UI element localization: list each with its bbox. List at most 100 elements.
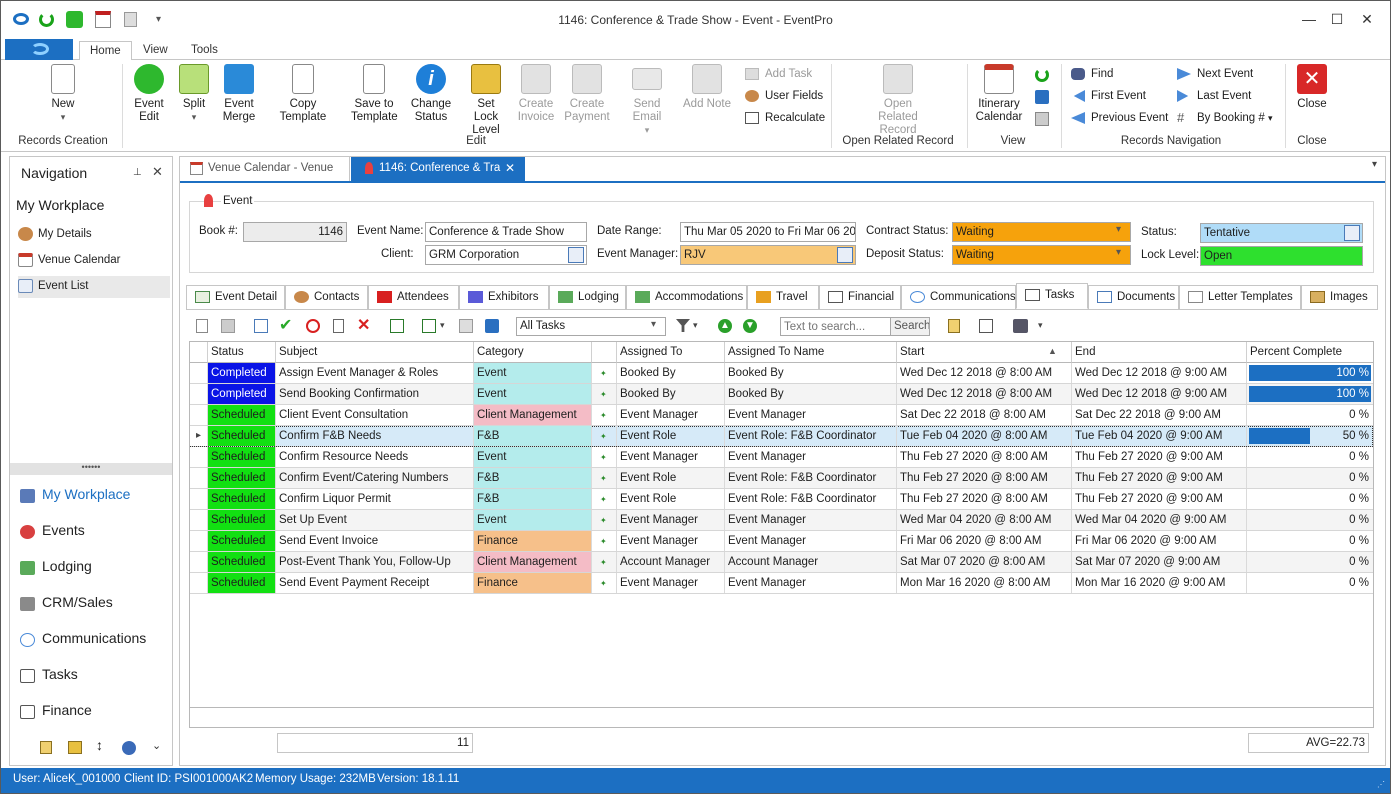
assigned-to-name-cell[interactable]: Event Manager bbox=[725, 405, 897, 425]
nav-finance[interactable]: Finance bbox=[20, 702, 92, 719]
complete-check-icon[interactable]: ✔ bbox=[279, 315, 292, 335]
start-cell[interactable]: Thu Feb 27 2020 @ 8:00 AM bbox=[897, 447, 1072, 467]
close-pane-icon[interactable]: ✕ bbox=[152, 164, 163, 180]
open-related-record-button[interactable]: Open Related Record bbox=[859, 64, 937, 137]
status-cell[interactable]: Scheduled bbox=[208, 405, 276, 425]
start-cell[interactable]: Wed Dec 12 2018 @ 8:00 AM bbox=[897, 384, 1072, 404]
column-marker[interactable] bbox=[592, 342, 617, 363]
end-cell[interactable]: Thu Feb 27 2020 @ 9:00 AM bbox=[1072, 489, 1247, 509]
tab-home[interactable]: Home bbox=[79, 41, 132, 61]
assigned-to-name-cell[interactable]: Event Role: F&B Coordinator bbox=[725, 468, 897, 488]
percent-complete-cell[interactable]: 0 % bbox=[1247, 489, 1373, 509]
tab-travel[interactable]: Travel bbox=[747, 285, 819, 309]
subject-cell[interactable]: Set Up Event bbox=[276, 510, 474, 530]
search-doc-icon[interactable] bbox=[979, 319, 993, 333]
marker-cell[interactable]: ✦ bbox=[592, 552, 617, 572]
close-tab-icon[interactable]: ✕ bbox=[505, 157, 515, 179]
subject-cell[interactable]: Assign Event Manager & Roles bbox=[276, 363, 474, 383]
tab-accommodations[interactable]: Accommodations bbox=[626, 285, 747, 309]
marker-cell[interactable]: ✦ bbox=[592, 363, 617, 383]
marker-cell[interactable]: ✦ bbox=[592, 426, 617, 446]
end-cell[interactable]: Wed Dec 12 2018 @ 9:00 AM bbox=[1072, 384, 1247, 404]
subject-cell[interactable]: Send Event Payment Receipt bbox=[276, 573, 474, 593]
assigned-to-name-cell[interactable]: Event Manager bbox=[725, 573, 897, 593]
deposit-dropdown-icon[interactable]: ▾ bbox=[1116, 247, 1121, 258]
tab-view[interactable]: View bbox=[133, 41, 178, 61]
recalculate-button[interactable]: Recalculate bbox=[745, 110, 825, 128]
tab-letter-templates[interactable]: Letter Templates bbox=[1179, 285, 1301, 309]
percent-complete-cell[interactable]: 100 % bbox=[1247, 363, 1373, 383]
create-invoice-button[interactable]: Create Invoice bbox=[515, 64, 557, 124]
percent-complete-cell[interactable]: 0 % bbox=[1247, 552, 1373, 572]
marker-cell[interactable]: ✦ bbox=[592, 489, 617, 509]
category-cell[interactable]: F&B bbox=[474, 489, 592, 509]
start-cell[interactable]: Fri Mar 06 2020 @ 8:00 AM bbox=[897, 531, 1072, 551]
column-percent-complete[interactable]: Percent Complete bbox=[1247, 342, 1373, 363]
end-cell[interactable]: Mon Mar 16 2020 @ 9:00 AM bbox=[1072, 573, 1247, 593]
send-email-button[interactable]: Send Email ▾ bbox=[619, 64, 675, 137]
new-task-icon[interactable] bbox=[196, 319, 208, 333]
tab-documents[interactable]: Documents bbox=[1088, 285, 1179, 309]
category-cell[interactable]: Event bbox=[474, 363, 592, 383]
assigned-to-name-cell[interactable]: Event Manager bbox=[725, 510, 897, 530]
subject-cell[interactable]: Post-Event Thank You, Follow-Up bbox=[276, 552, 474, 572]
subject-cell[interactable]: Confirm Resource Needs bbox=[276, 447, 474, 467]
status-lookup-icon[interactable] bbox=[1344, 225, 1360, 241]
category-cell[interactable]: Finance bbox=[474, 573, 592, 593]
set-lock-level-button[interactable]: Set Lock Level bbox=[461, 64, 511, 137]
date-range-field[interactable]: Thu Mar 05 2020 to Fri Mar 06 2020 bbox=[680, 222, 856, 242]
clipboard-small-icon[interactable] bbox=[948, 319, 960, 333]
tab-contacts[interactable]: Contacts bbox=[285, 285, 368, 309]
deposit-status-select[interactable]: Waiting bbox=[952, 245, 1131, 265]
layout-icon[interactable] bbox=[459, 319, 473, 333]
nav-clipboard-icon[interactable] bbox=[40, 741, 52, 754]
document-icon[interactable] bbox=[333, 319, 344, 333]
contract-dropdown-icon[interactable]: ▾ bbox=[1116, 224, 1121, 235]
close-button[interactable]: ✕ Close bbox=[1293, 64, 1331, 111]
search-input[interactable] bbox=[780, 317, 891, 336]
marker-cell[interactable]: ✦ bbox=[592, 447, 617, 467]
tab-exhibitors[interactable]: Exhibitors bbox=[459, 285, 549, 309]
table-row[interactable]: Completed Send Booking Confirmation Event ✦… bbox=[190, 384, 1373, 405]
nav-my-details[interactable]: My Details bbox=[18, 224, 170, 246]
add-note-button[interactable]: Add Note bbox=[683, 64, 731, 111]
marker-cell[interactable]: ✦ bbox=[592, 510, 617, 530]
export-icon[interactable] bbox=[390, 319, 404, 333]
nav-sort-icon[interactable]: ↕ bbox=[96, 737, 103, 753]
assigned-to-name-cell[interactable]: Event Role: F&B Coordinator bbox=[725, 489, 897, 509]
marker-cell[interactable]: ✦ bbox=[592, 573, 617, 593]
nav-tasks[interactable]: Tasks bbox=[20, 666, 78, 683]
subject-cell[interactable]: Confirm F&B Needs bbox=[276, 426, 474, 446]
column-subject[interactable]: Subject bbox=[276, 342, 474, 363]
percent-complete-cell[interactable]: 0 % bbox=[1247, 405, 1373, 425]
tab-communications[interactable]: Communications bbox=[901, 285, 1016, 309]
view-options-dropdown-icon[interactable]: ▾ bbox=[440, 320, 445, 331]
nav-my-workplace[interactable]: My Workplace bbox=[20, 486, 130, 503]
table-row[interactable]: Scheduled Client Event Consultation Client… bbox=[190, 405, 1373, 426]
info-small-icon[interactable] bbox=[485, 319, 499, 333]
column-assigned-to[interactable]: Assigned To bbox=[617, 342, 725, 363]
start-cell[interactable]: Thu Feb 27 2020 @ 8:00 AM bbox=[897, 468, 1072, 488]
table-row[interactable]: Scheduled Set Up Event Event ✦ Event Manager… bbox=[190, 510, 1373, 531]
start-cell[interactable]: Thu Feb 27 2020 @ 8:00 AM bbox=[897, 489, 1072, 509]
tab-images[interactable]: Images bbox=[1301, 285, 1378, 309]
assigned-to-name-cell[interactable]: Event Manager bbox=[725, 447, 897, 467]
assigned-to-cell[interactable]: Event Role bbox=[617, 426, 725, 446]
print-dropdown-icon[interactable]: ▾ bbox=[1038, 320, 1043, 331]
nav-events[interactable]: Events bbox=[20, 522, 85, 539]
percent-complete-cell[interactable]: 0 % bbox=[1247, 447, 1373, 467]
start-cell[interactable]: Mon Mar 16 2020 @ 8:00 AM bbox=[897, 573, 1072, 593]
tab-tasks[interactable]: Tasks bbox=[1016, 283, 1088, 309]
subject-cell[interactable]: Confirm Liquor Permit bbox=[276, 489, 474, 509]
split-button[interactable]: Split ▾ bbox=[177, 64, 211, 124]
splitter[interactable]: •••••• bbox=[10, 463, 172, 475]
tab-financial[interactable]: Financial bbox=[819, 285, 901, 309]
subject-cell[interactable]: Confirm Event/Catering Numbers bbox=[276, 468, 474, 488]
column-status[interactable]: Status bbox=[208, 342, 276, 363]
category-cell[interactable]: F&B bbox=[474, 468, 592, 488]
start-cell[interactable]: Sat Mar 07 2020 @ 8:00 AM bbox=[897, 552, 1072, 572]
change-status-button[interactable]: i Change Status bbox=[407, 64, 455, 124]
end-cell[interactable]: Sat Dec 22 2018 @ 9:00 AM bbox=[1072, 405, 1247, 425]
category-cell[interactable]: Event bbox=[474, 447, 592, 467]
start-cell[interactable]: Wed Dec 12 2018 @ 8:00 AM bbox=[897, 363, 1072, 383]
